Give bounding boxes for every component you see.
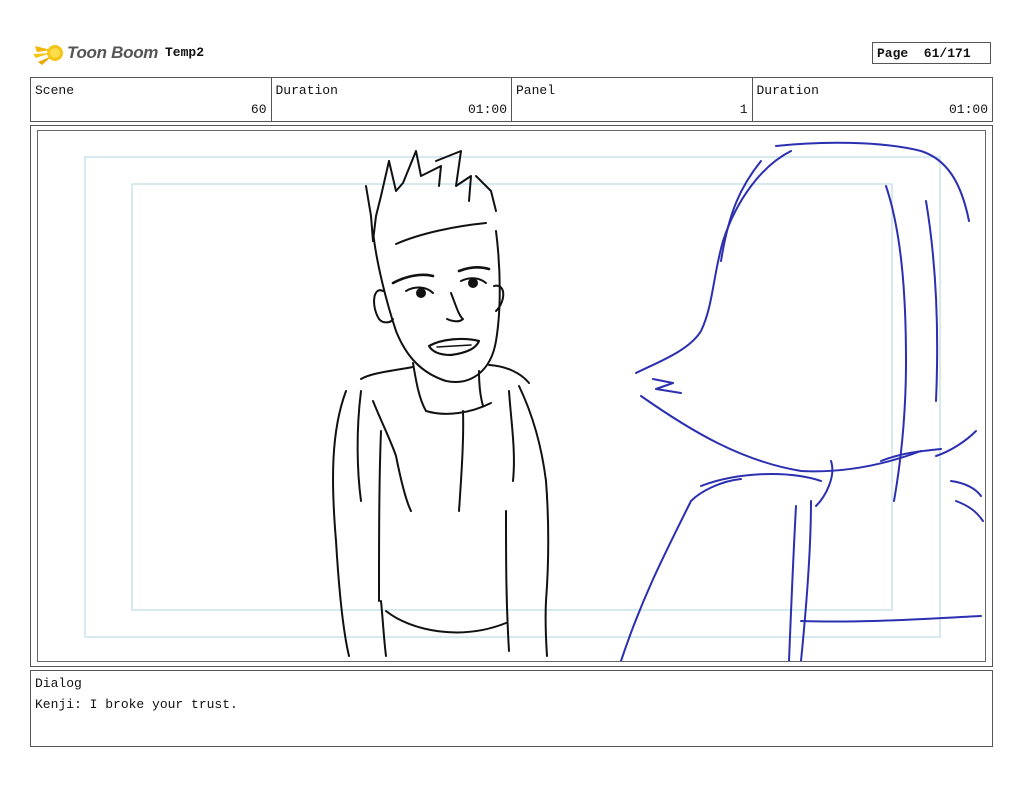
scene-duration-label: Duration xyxy=(275,83,338,98)
panel-cell: Panel 1 xyxy=(512,78,753,121)
action-safe-frame xyxy=(84,156,941,638)
panel-value: 1 xyxy=(739,102,748,117)
dialog-label: Dialog xyxy=(35,676,82,691)
scene-duration-value: 01:00 xyxy=(467,102,507,117)
project-name: Temp2 xyxy=(165,45,205,60)
foreground-character xyxy=(620,141,984,661)
info-row: Scene 60 Duration 01:00 Panel 1 Duration… xyxy=(30,77,993,122)
page-counter: Page 61/171 xyxy=(872,42,991,64)
toon-boom-logo: Toon Boom xyxy=(33,38,158,68)
panel-duration-value: 01:00 xyxy=(948,102,988,117)
storyboard-sketch xyxy=(84,141,984,661)
scene-label: Scene xyxy=(35,83,75,98)
scene-cell: Scene 60 xyxy=(31,78,272,121)
comet-icon xyxy=(33,45,63,65)
logo-text: Toon Boom xyxy=(67,43,159,62)
dialog-text: Kenji: I broke your trust. xyxy=(35,697,238,712)
scene-value: 60 xyxy=(250,102,267,117)
panel-label: Panel xyxy=(516,83,556,98)
panel-duration-cell: Duration 01:00 xyxy=(753,78,993,121)
panel-duration-label: Duration xyxy=(756,83,819,98)
scene-duration-cell: Duration 01:00 xyxy=(272,78,512,121)
character-kenji xyxy=(332,150,550,657)
dialog-box: Dialog Kenji: I broke your trust. xyxy=(30,670,993,747)
panel-image xyxy=(37,130,986,662)
title-safe-frame xyxy=(131,183,893,611)
